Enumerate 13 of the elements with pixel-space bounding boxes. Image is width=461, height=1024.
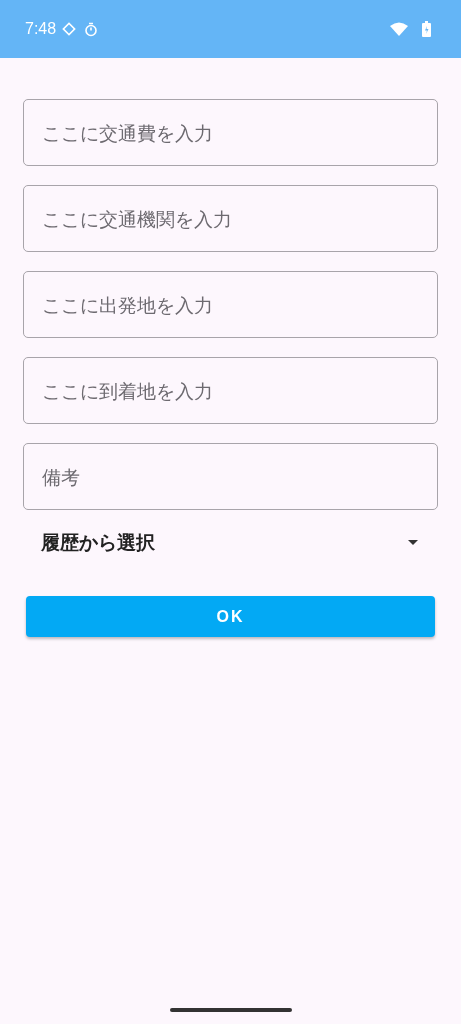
input-field[interactable]: ここに到着地を入力	[23, 357, 438, 424]
gesture-bar[interactable]	[169, 1008, 292, 1012]
diamond-icon	[62, 22, 77, 36]
input-field[interactable]: 備考	[23, 443, 438, 510]
stopwatch-icon	[84, 21, 99, 37]
history-dropdown[interactable]: 履歴から選択	[23, 521, 438, 565]
input-field[interactable]: ここに交通機関を入力	[23, 185, 438, 252]
status-time: 7:48	[25, 20, 57, 38]
input-field[interactable]: ここに出発地を入力	[23, 271, 438, 338]
dropdown-caret-icon	[408, 540, 418, 546]
wifi-icon	[390, 22, 408, 36]
battery-charging-icon	[422, 21, 431, 37]
input-field[interactable]: ここに交通費を入力	[23, 99, 438, 166]
